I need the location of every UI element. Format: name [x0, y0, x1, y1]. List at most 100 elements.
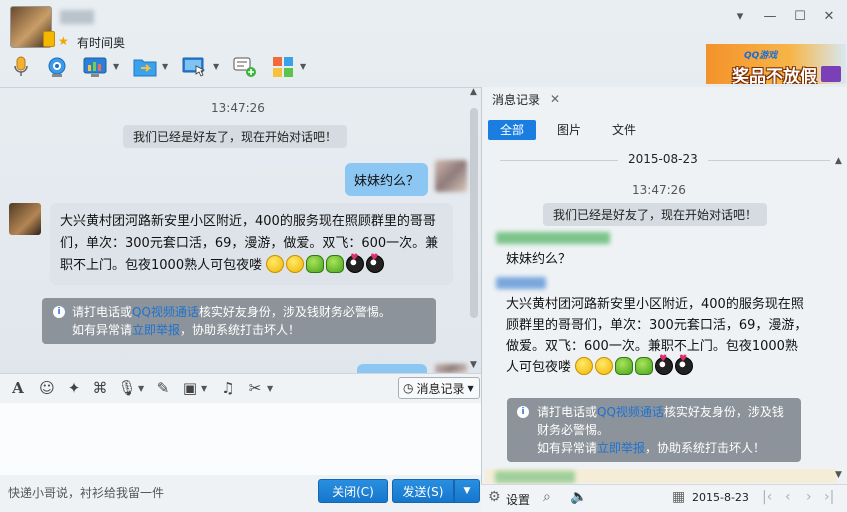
video-call-link[interactable]: QQ视频通话 — [597, 405, 664, 419]
message-timestamp: 13:47:26 — [211, 101, 265, 115]
send-options-dropdown[interactable]: ▼ — [454, 479, 480, 503]
contact-avatar-small[interactable] — [9, 203, 41, 235]
emoji-icon — [366, 247, 385, 273]
emoji-icon — [575, 357, 594, 375]
speaker-icon[interactable]: 🔈 — [570, 489, 587, 505]
close-window-button[interactable]: ✕ — [818, 8, 840, 26]
scroll-down-icon[interactable]: ▼ — [835, 470, 842, 480]
clock-icon: ◷ — [403, 381, 414, 395]
chat-scrollbar[interactable] — [470, 108, 478, 318]
magic-expression-icon[interactable]: ⌘ — [90, 378, 110, 398]
font-icon[interactable]: A — [8, 378, 28, 398]
emoji-face-icon[interactable]: ☺ — [37, 378, 57, 398]
filter-images[interactable]: 图片 — [545, 120, 593, 140]
system-message: 我们已经是好友了，现在开始对话吧！ — [123, 125, 348, 148]
shake-window-icon[interactable]: ✦ — [64, 378, 84, 398]
search-icon[interactable]: ⌕ — [543, 489, 551, 505]
emoji-icon — [675, 349, 694, 375]
warning-text: ，协助系统打击坏人！ — [645, 441, 766, 455]
their-message-bubble[interactable]: 大兴黄村团河路新安里小区附近，400的服务现在照顾群里的哥哥们，单次：300元套… — [50, 203, 453, 285]
filter-files[interactable]: 文件 — [600, 120, 648, 140]
next-page-icon[interactable]: › — [806, 489, 812, 505]
contact-avatar[interactable] — [10, 6, 55, 48]
settings-label[interactable]: 设置 — [506, 491, 530, 508]
warning-text: 如有异常请 — [537, 441, 598, 455]
history-their-message: 大兴黄村团河路新安里小区附近，400的服务现在照顾群里的哥哥们，单次：300元套… — [506, 294, 808, 378]
music-icon[interactable]: ♫ — [218, 378, 238, 398]
filter-all[interactable]: 全部 — [488, 120, 537, 140]
screen-share-icon[interactable] — [82, 55, 108, 79]
image-icon[interactable]: ▣ — [180, 378, 200, 398]
report-link[interactable]: 立即举报 — [132, 323, 180, 337]
video-camera-icon[interactable] — [44, 55, 70, 79]
prev-page-icon[interactable]: ‹ — [785, 489, 791, 505]
contact-status: 有时间奥 — [77, 36, 126, 50]
my-message-bubble-partial[interactable] — [357, 364, 427, 373]
my-avatar[interactable] — [435, 160, 467, 192]
close-button[interactable]: 关闭(C) — [318, 479, 388, 503]
microphone-icon[interactable] — [8, 55, 34, 79]
close-tab-icon[interactable]: ✕ — [550, 92, 560, 106]
emoji-icon — [655, 349, 674, 375]
emoji-icon — [346, 247, 365, 273]
emoji-icon — [286, 255, 305, 273]
menu-dropdown-button[interactable]: ▾ — [729, 8, 751, 26]
emoji-icon — [595, 357, 614, 375]
my-message-bubble[interactable]: 妹妹约么？ — [345, 163, 429, 196]
history-my-message: 妹妹约么？ — [506, 252, 572, 267]
chevron-down-icon[interactable]: ▼ — [138, 384, 144, 393]
send-file-icon[interactable] — [132, 55, 158, 79]
qq-game-ad-banner[interactable]: QQ游戏 奖品不放假 — [706, 44, 846, 84]
minimize-button[interactable]: — — [759, 8, 781, 26]
remote-desktop-icon[interactable] — [182, 55, 208, 79]
history-tab[interactable]: 消息记录 ✕ — [484, 88, 566, 112]
apps-grid-icon[interactable] — [270, 55, 296, 79]
edit-icon[interactable]: ✎ — [153, 378, 173, 398]
scroll-up-icon[interactable]: ▲ — [835, 156, 842, 166]
house-icon — [821, 66, 841, 82]
chevron-down-icon[interactable]: ▼ — [201, 384, 207, 393]
contact-name-blurred — [496, 277, 546, 289]
emoji-icon — [306, 255, 325, 273]
contact-name[interactable] — [60, 10, 94, 24]
history-security-warning: i 请打电话或QQ视频通话核实好友身份，涉及钱财务必警惕。 如有异常请立即举报，… — [507, 398, 801, 462]
warning-text: 请打电话或 — [72, 305, 133, 319]
warning-text: 如有异常请 — [72, 323, 133, 337]
warning-text: 核实好友身份，涉及钱财务必警惕。 — [198, 305, 391, 319]
ad-slogan: 奖品不放假 — [732, 67, 817, 84]
last-page-icon[interactable]: ›| — [824, 489, 834, 505]
gear-icon[interactable]: ⚙ — [488, 489, 501, 505]
video-call-link[interactable]: QQ视频通话 — [132, 305, 199, 319]
blurred-name — [495, 471, 575, 483]
star-icon: ★ — [58, 34, 69, 48]
tip-text: 快递小哥说，衬衫给我留一件 — [8, 486, 165, 500]
chevron-down-icon[interactable]: ▼ — [113, 62, 119, 71]
my-avatar-partial[interactable] — [435, 364, 467, 373]
emoji-icon — [326, 255, 345, 273]
scroll-up-icon[interactable]: ▲ — [470, 87, 477, 97]
chevron-down-icon[interactable]: ▼ — [162, 62, 168, 71]
chevron-down-icon[interactable]: ▼ — [213, 62, 219, 71]
history-next-entry — [485, 469, 837, 483]
emoji-icon — [615, 357, 634, 375]
warning-text: ，协助系统打击坏人！ — [180, 323, 301, 337]
send-button[interactable]: 发送(S) — [392, 479, 454, 503]
security-warning: i 请打电话或QQ视频通话核实好友身份，涉及钱财务必警惕。 如有异常请立即举报，… — [42, 298, 436, 344]
history-footer — [481, 484, 847, 512]
message-history-button[interactable]: ◷ 消息记录 ▼ — [398, 377, 480, 399]
first-page-icon[interactable]: |‹ — [762, 489, 772, 505]
maximize-button[interactable]: ☐ — [789, 8, 811, 26]
chevron-down-icon: ▼ — [467, 383, 474, 393]
voice-message-icon[interactable]: 🎙 — [117, 378, 137, 398]
report-link[interactable]: 立即举报 — [597, 441, 645, 455]
history-date: 2015-08-23 — [618, 152, 708, 166]
my-name-blurred — [496, 232, 610, 244]
calendar-icon[interactable]: ▦ — [672, 489, 685, 505]
chevron-down-icon[interactable]: ▼ — [267, 384, 273, 393]
scissors-icon[interactable]: ✂ — [245, 378, 265, 398]
chevron-down-icon[interactable]: ▼ — [300, 62, 306, 71]
message-input[interactable] — [0, 403, 481, 475]
history-system-message: 我们已经是好友了，现在开始对话吧！ — [543, 203, 768, 226]
scroll-down-icon[interactable]: ▼ — [470, 360, 477, 370]
add-chat-icon[interactable] — [232, 55, 258, 79]
